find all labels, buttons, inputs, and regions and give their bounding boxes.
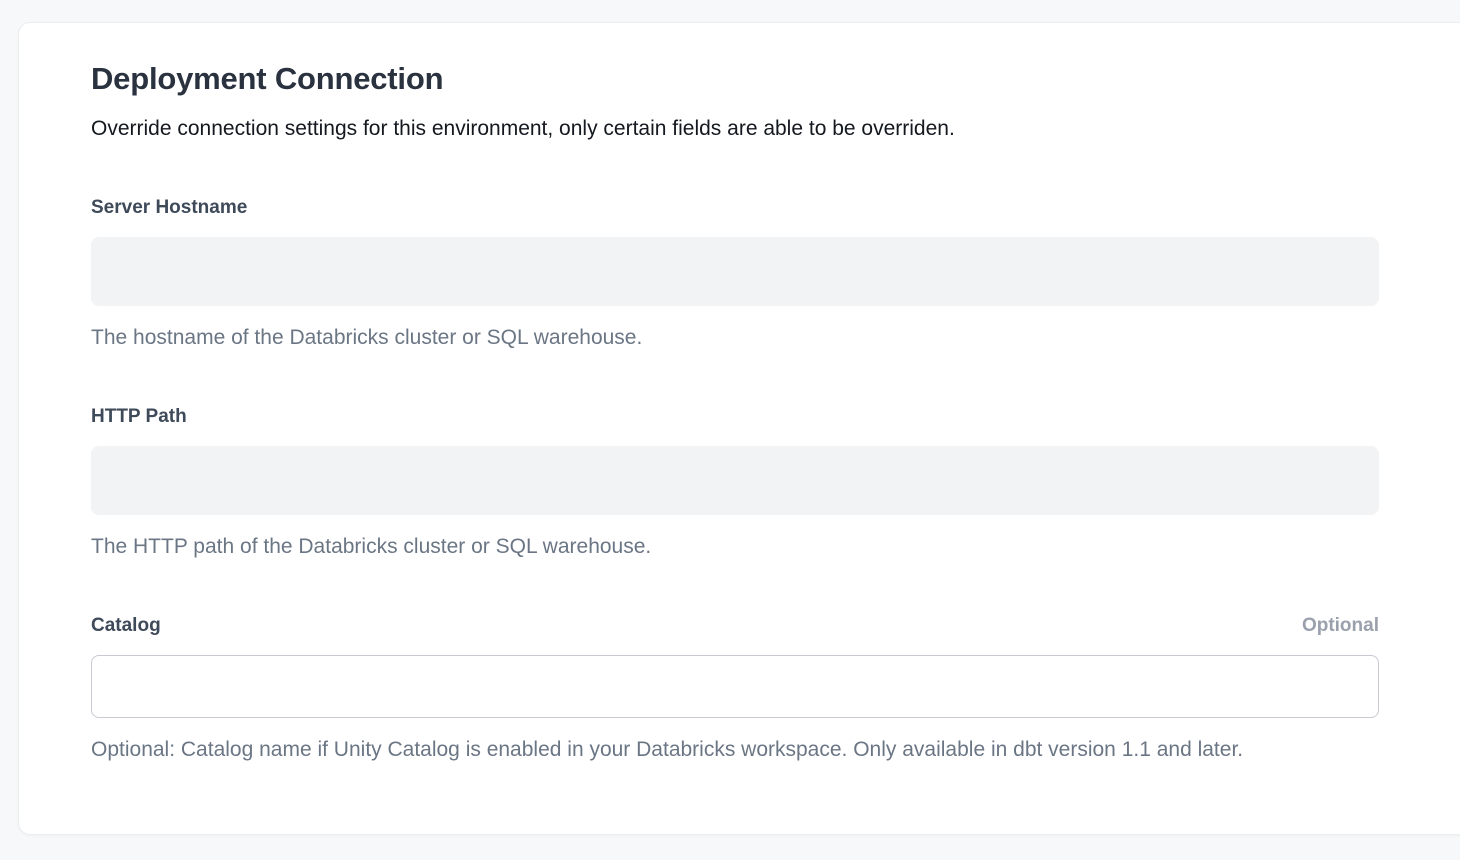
catalog-optional-badge: Optional: [1302, 615, 1379, 637]
http-path-help: The HTTP path of the Databricks cluster …: [91, 535, 1379, 559]
field-server-hostname: Server Hostname The hostname of the Data…: [91, 197, 1379, 350]
server-hostname-label: Server Hostname: [91, 197, 247, 219]
page-title: Deployment Connection: [91, 61, 1379, 97]
catalog-label: Catalog: [91, 615, 161, 637]
field-label-row: Server Hostname: [91, 197, 1379, 219]
field-catalog: Catalog Optional Optional: Catalog name …: [91, 615, 1379, 762]
field-label-row: Catalog Optional: [91, 615, 1379, 637]
http-path-input: [91, 446, 1379, 515]
server-hostname-help: The hostname of the Databricks cluster o…: [91, 326, 1379, 350]
field-http-path: HTTP Path The HTTP path of the Databrick…: [91, 406, 1379, 559]
page-subtitle: Override connection settings for this en…: [91, 117, 1379, 141]
catalog-help: Optional: Catalog name if Unity Catalog …: [91, 738, 1379, 762]
catalog-input[interactable]: [91, 655, 1379, 718]
field-label-row: HTTP Path: [91, 406, 1379, 428]
deployment-connection-card: Deployment Connection Override connectio…: [18, 22, 1460, 835]
card-content: Deployment Connection Override connectio…: [91, 23, 1379, 762]
server-hostname-input: [91, 237, 1379, 306]
http-path-label: HTTP Path: [91, 406, 187, 428]
